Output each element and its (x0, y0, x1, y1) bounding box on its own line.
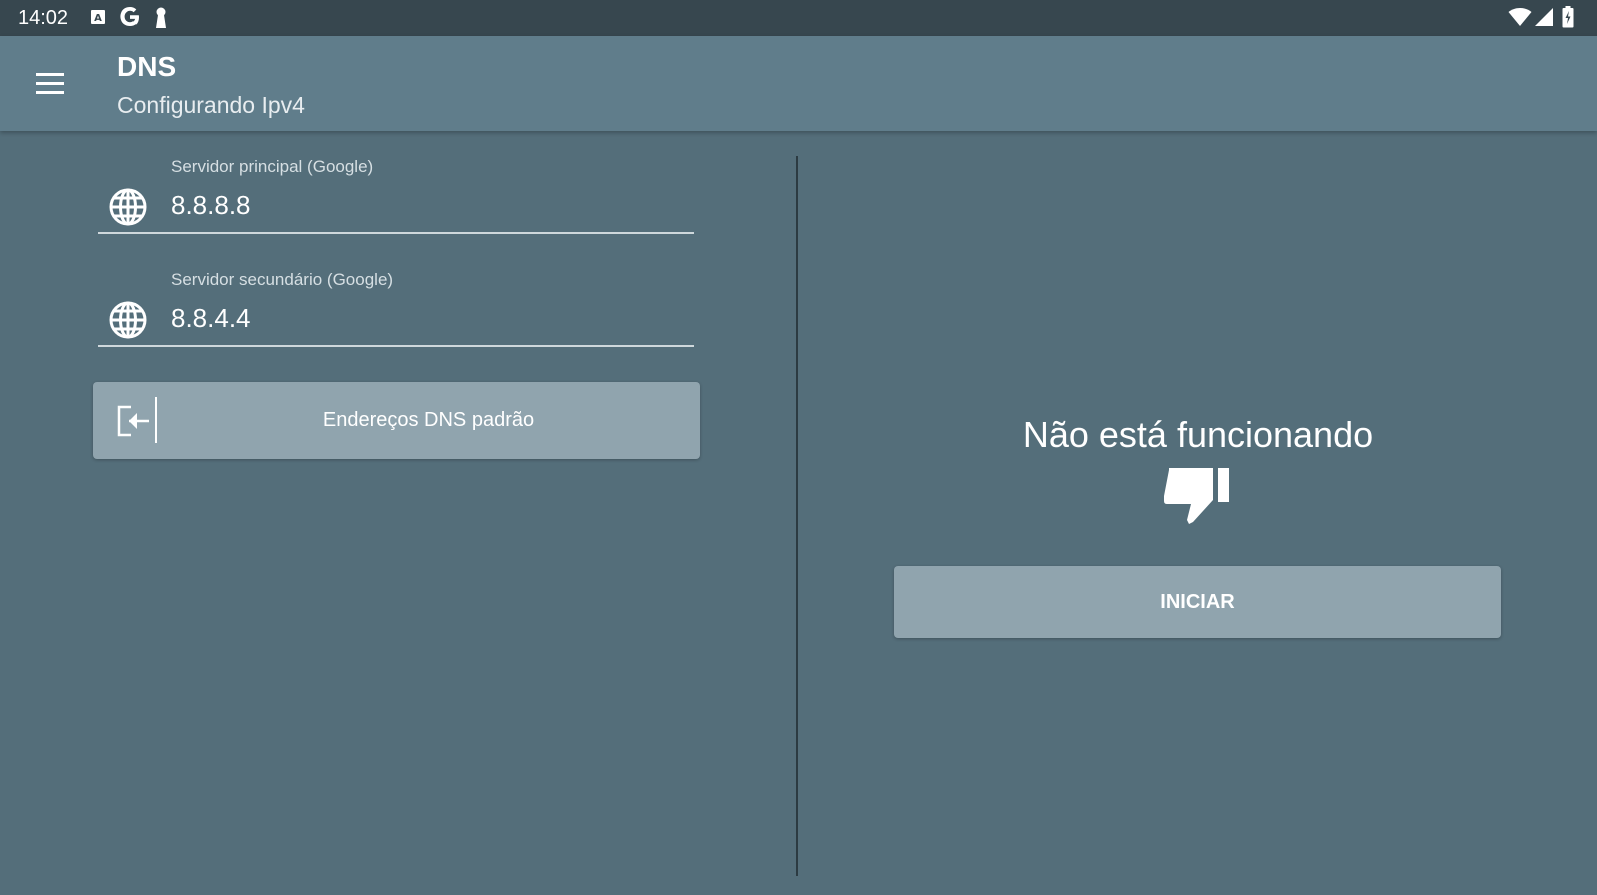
primary-dns-input[interactable]: 8.8.8.8 (171, 188, 251, 222)
app-bar: DNS Configurando Ipv4 (0, 36, 1597, 131)
keyboard-a-icon: A (90, 8, 106, 31)
start-button-label: INICIAR (1160, 591, 1235, 613)
globe-icon (109, 188, 147, 226)
thumbs-down-icon (1164, 468, 1229, 524)
status-time: 14:02 (18, 7, 69, 29)
status-bar: 14:02 A (0, 0, 1597, 36)
menu-button[interactable] (30, 64, 70, 104)
app-subtitle: Configurando Ipv4 (117, 92, 305, 118)
google-g-icon (118, 5, 142, 34)
app-title: DNS (117, 51, 177, 82)
secondary-dns-underline (98, 345, 694, 347)
keyhole-icon (154, 7, 168, 34)
hamburger-menu-icon (36, 73, 64, 94)
primary-dns-field[interactable]: Servidor principal (Google) 8.8.8.8 (98, 157, 694, 245)
svg-text:A: A (94, 13, 102, 24)
globe-icon (109, 301, 147, 339)
panel-divider (796, 156, 798, 876)
primary-dns-underline (98, 232, 694, 234)
sign-in-icon (117, 405, 149, 437)
signal-icon (1534, 7, 1554, 32)
battery-icon (1562, 6, 1574, 33)
default-dns-button-label: Endereços DNS padrão (322, 409, 535, 431)
wifi-icon (1508, 7, 1532, 32)
secondary-dns-input[interactable]: 8.8.4.4 (171, 301, 251, 335)
status-message: Não está funcionando (1022, 414, 1374, 455)
secondary-dns-label: Servidor secundário (Google) (171, 270, 394, 289)
start-button[interactable]: INICIAR (894, 566, 1501, 638)
secondary-dns-field[interactable]: Servidor secundário (Google) 8.8.4.4 (98, 270, 694, 358)
default-dns-button[interactable]: Endereços DNS padrão (93, 382, 700, 459)
primary-dns-label: Servidor principal (Google) (171, 157, 374, 176)
